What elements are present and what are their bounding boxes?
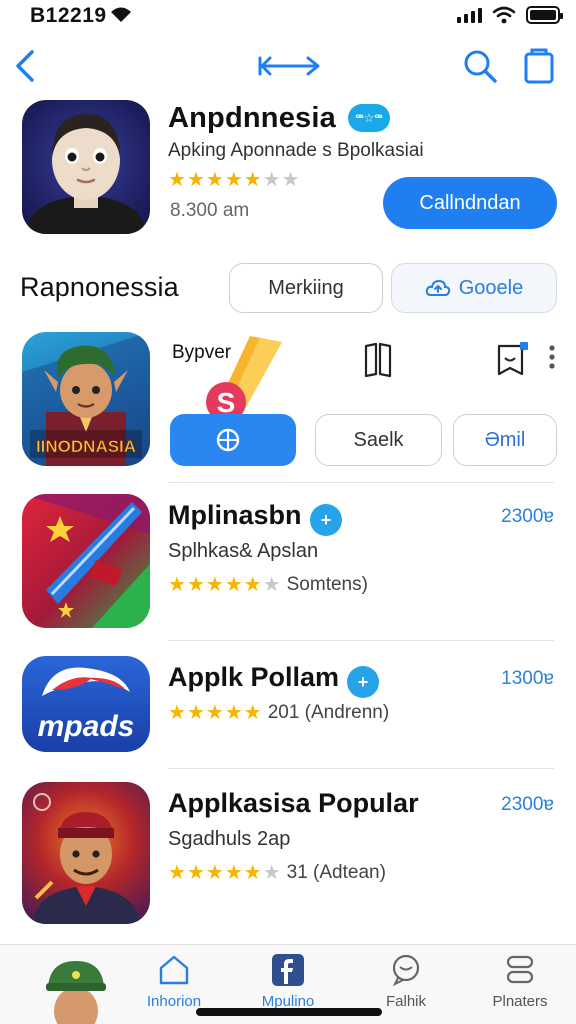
swap-arrows-icon[interactable]: [252, 48, 326, 84]
app-title: Anpdnnesia: [168, 102, 336, 134]
tab-home[interactable]: Inhorion: [126, 953, 222, 1010]
rating-count: 31 (Adtean): [286, 862, 386, 883]
app-icon[interactable]: [22, 782, 150, 924]
avatar[interactable]: [40, 953, 112, 1024]
star-icon: ★: [243, 862, 262, 884]
wifi-icon: [492, 6, 516, 24]
tab-chat[interactable]: Falhik: [358, 953, 454, 1010]
list-item[interactable]: Mplinasbn + Splhkas& Apslan ★ ★ ★ ★ ★ ★ …: [0, 494, 576, 634]
rating-count: Somtens): [286, 574, 368, 595]
divider: [168, 768, 554, 769]
cloud-icon: [425, 279, 450, 296]
star-icon: ★: [243, 574, 262, 596]
star-icon: ★: [168, 574, 186, 596]
star-rating: ★ ★ ★ ★ ★ ★ Somtens): [168, 574, 368, 596]
icon-caption: mpads: [38, 710, 135, 743]
home-indicator[interactable]: [196, 1008, 382, 1016]
star-icon: ★: [243, 702, 262, 724]
status-time: B12219: [30, 4, 107, 27]
star-icon: ★: [168, 702, 186, 724]
app-row-actions: IINODNASIA Bypver S Saelk Əmil: [0, 330, 576, 470]
star-rating: ★ ★ ★ ★ ★ ★ 31 (Adtean): [168, 862, 386, 884]
tab-label: Plnaters: [492, 993, 548, 1010]
app-icon[interactable]: mpads: [22, 656, 150, 752]
layers-icon: [506, 955, 534, 984]
star-icon: ★: [262, 169, 281, 191]
app-subtitle: Apking Aponnade s Bpolkasiai: [168, 140, 424, 161]
star-icon: ★: [205, 574, 224, 596]
star-rating: ★ ★ ★ ★ ★ ★ ★: [168, 170, 300, 190]
marking-label: Merkiing: [268, 276, 344, 299]
google-label: Gooele: [458, 276, 524, 299]
list-item[interactable]: mpads Applk Pollam + ★ ★ ★ ★ ★ 201 (Andr…: [0, 656, 576, 796]
battery-icon: [526, 6, 563, 24]
google-button[interactable]: Gooele: [391, 263, 557, 313]
search-icon[interactable]: [462, 48, 498, 84]
star-icon: ★: [186, 702, 205, 724]
app-meta: 8.300 am: [170, 200, 250, 221]
action-button[interactable]: [170, 414, 296, 466]
verified-badge: ꟹ☆ꟹ: [348, 104, 390, 132]
star-icon: ★: [168, 169, 186, 191]
saek-button[interactable]: Saelk: [315, 414, 442, 466]
star-icon: ★: [186, 574, 205, 596]
list-item[interactable]: Applkasisa Popular Sgadhuls 2ap ★ ★ ★ ★ …: [0, 782, 576, 924]
section-title: Rapnonessia: [20, 272, 179, 302]
status-bar: B12219: [0, 0, 576, 34]
star-icon: ★: [262, 862, 281, 884]
app-icon[interactable]: IINODNASIA: [22, 332, 150, 466]
star-icon: ★: [243, 169, 262, 191]
star-icon: ★: [186, 169, 205, 191]
divider: [168, 482, 554, 483]
star-icon: ★: [281, 169, 300, 191]
target-icon: [216, 428, 240, 452]
star-icon: ★: [168, 862, 186, 884]
star-icon: ★: [205, 169, 224, 191]
facebook-icon: [272, 954, 304, 986]
add-icon[interactable]: +: [310, 504, 342, 536]
price[interactable]: 2300ɐ: [501, 794, 554, 816]
app-title: Applkasisa Popular: [168, 788, 419, 818]
featured-app[interactable]: Anpdnnesia ꟹ☆ꟹ Apking Aponnade s Bpolkas…: [0, 100, 576, 240]
price[interactable]: 1300ɐ: [501, 668, 554, 690]
small-button[interactable]: Əmil: [453, 414, 557, 466]
nav-bar: [0, 40, 576, 94]
star-icon: ★: [224, 169, 243, 191]
price[interactable]: 2300ɐ: [501, 506, 554, 528]
rating-count: 201 (Andrenn): [267, 702, 390, 723]
app-icon[interactable]: [22, 100, 150, 234]
star-icon: ★: [186, 862, 205, 884]
divider: [168, 640, 554, 641]
wifi-icon: [111, 7, 131, 22]
tab-facebook[interactable]: Mpulino: [240, 953, 336, 1010]
signal-icon: [457, 7, 482, 23]
tab-players[interactable]: Plnaters: [472, 953, 568, 1010]
star-icon: ★: [224, 702, 243, 724]
app-subtitle: Sgadhuls 2ap: [168, 828, 291, 850]
get-button[interactable]: Callndndan: [383, 177, 557, 229]
app-title: Mplinasbn: [168, 500, 302, 530]
share-icon[interactable]: [522, 48, 556, 84]
more-icon[interactable]: [548, 344, 556, 370]
app-subtitle: Splhkas& Apslan: [168, 540, 319, 562]
star-icon: ★: [262, 574, 281, 596]
star-icon: ★: [224, 574, 243, 596]
app-title: Applk Pollam: [168, 662, 340, 692]
back-chevron-icon[interactable]: [10, 46, 40, 86]
star-icon: ★: [224, 862, 243, 884]
document-icon[interactable]: [496, 340, 530, 378]
add-icon[interactable]: +: [347, 666, 379, 698]
home-icon: [159, 955, 189, 985]
marking-button[interactable]: Merkiing: [229, 263, 383, 313]
star-icon: ★: [205, 862, 224, 884]
icon-caption: IINODNASIA: [36, 437, 136, 456]
chat-icon: [392, 954, 420, 987]
book-icon[interactable]: [362, 342, 394, 378]
star-icon: ★: [205, 702, 224, 724]
star-rating: ★ ★ ★ ★ ★ 201 (Andrenn): [168, 702, 389, 724]
app-icon[interactable]: [22, 494, 150, 628]
